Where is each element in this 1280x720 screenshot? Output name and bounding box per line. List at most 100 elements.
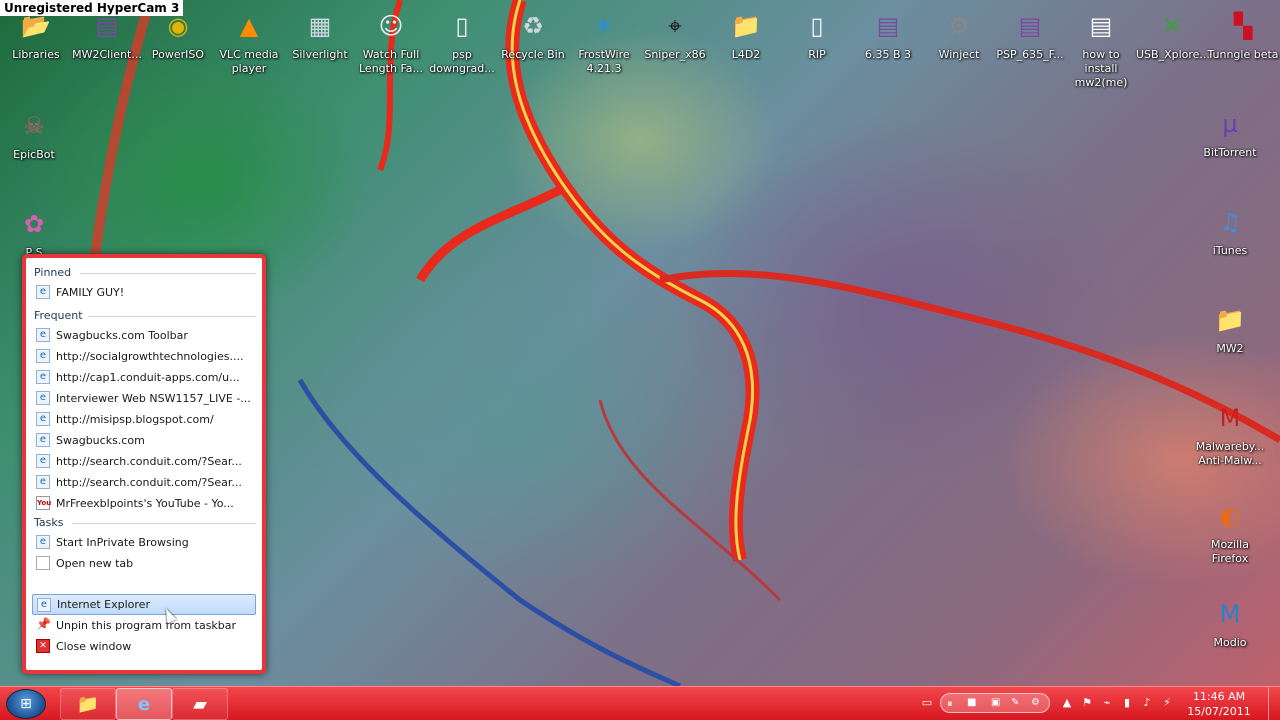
app-taskbar-button[interactable]: ▰: [172, 688, 228, 720]
jump-list-item-label: Start InPrivate Browsing: [56, 536, 189, 549]
pause-icon[interactable]: ⏸: [947, 697, 953, 711]
tunngle-icon: ▚: [1233, 12, 1253, 40]
jump-list-item[interactable]: e http://socialgrowthtechnologies....: [32, 346, 256, 367]
settings-icon[interactable]: ⚙: [1031, 697, 1040, 708]
file-icon: ▯: [810, 12, 824, 40]
desktop-icon-label: Winject: [938, 48, 980, 61]
desktop-icon[interactable]: ▤ PSP_635_F...: [994, 6, 1066, 62]
jump-list-item-label: Unpin this program from taskbar: [56, 619, 237, 632]
jump-list-divider: [32, 574, 256, 594]
desktop-icon[interactable]: ◐ Mozilla Firefox: [1194, 496, 1266, 566]
jump-list-item[interactable]: e Interviewer Web NSW1157_LIVE -...: [32, 388, 256, 409]
desktop-icon[interactable]: M Modio: [1194, 594, 1266, 650]
jump-list-item[interactable]: e Internet Explorer: [32, 594, 256, 615]
desktop-icon[interactable]: ✶ FrostWire 4.21.3: [568, 6, 640, 76]
jump-list-item[interactable]: e http://search.conduit.com/?Sear...: [32, 451, 256, 472]
folder-icon: 📁: [1215, 306, 1245, 334]
desktop-icon[interactable]: ▯ psp downgrad...: [426, 6, 498, 76]
desktop-icon[interactable]: ▤ MW2Client...: [71, 6, 143, 62]
recording-controls[interactable]: ⏸ ■ ▣ ✎ ⚙: [940, 693, 1050, 713]
desktop-icon[interactable]: 📂 Libraries: [0, 6, 72, 62]
desktop-icon[interactable]: ♫ iTunes: [1194, 202, 1266, 258]
familyguy-icon: ☺: [378, 12, 404, 40]
desktop-icon[interactable]: µ BitTorrent: [1194, 104, 1266, 160]
jump-list-item-label: http://search.conduit.com/?Sear...: [56, 476, 242, 489]
keyboard-icon[interactable]: ▭: [920, 696, 934, 710]
desktop-icon[interactable]: ▚ Tunngle beta: [1207, 6, 1279, 62]
usb-icon[interactable]: ⌁: [1100, 696, 1114, 710]
desktop-icon[interactable]: ✿ P S: [0, 204, 70, 260]
close-icon: ✕: [36, 639, 50, 653]
new-tab-icon: [36, 556, 50, 570]
desktop-icon-label: Watch Full Length Fa...: [359, 48, 423, 75]
internet-explorer-icon: e: [37, 598, 51, 612]
desktop-icon[interactable]: ☺ Watch Full Length Fa...: [355, 6, 427, 76]
frostwire-icon: ✶: [593, 12, 615, 40]
jump-list-item[interactable]: ✕ Close window: [32, 636, 256, 657]
jump-list-item[interactable]: e Swagbucks.com: [32, 430, 256, 451]
jump-list-item[interactable]: e Start InPrivate Browsing: [32, 532, 256, 553]
desktop-icon-label: Modio: [1213, 636, 1247, 649]
show-hidden-icons[interactable]: ▲: [1060, 696, 1074, 710]
desktop-icon-label: psp downgrad...: [429, 48, 495, 75]
jump-list-item-label: FAMILY GUY!: [56, 286, 125, 299]
xbox-icon: ✕: [1161, 12, 1183, 40]
libraries-icon: 📂: [21, 12, 51, 40]
camera-icon[interactable]: ▣: [991, 697, 1000, 708]
flag-icon[interactable]: ⚑: [1080, 696, 1094, 710]
desktop-icon-label: EpicBot: [13, 148, 55, 161]
desktop-icon[interactable]: ▦ Silverlight: [284, 6, 356, 62]
start-button[interactable]: ⊞: [6, 689, 46, 719]
show-desktop-button[interactable]: [1268, 687, 1280, 720]
inprivate-icon: e: [36, 535, 50, 549]
desktop-icon-label: RIP: [808, 48, 826, 61]
jump-list-item[interactable]: e FAMILY GUY!: [32, 282, 256, 303]
volume-icon[interactable]: ♪: [1140, 696, 1154, 710]
clock-date: 15/07/2011: [1187, 705, 1251, 718]
internet-explorer-taskbar-button[interactable]: e: [116, 688, 172, 720]
internet-explorer-icon: e: [36, 328, 50, 342]
desktop-icon[interactable]: ☠ EpicBot: [0, 106, 70, 162]
jump-list-item[interactable]: 📌 Unpin this program from taskbar: [32, 615, 256, 636]
desktop-icon[interactable]: ▤ how to install mw2(me): [1065, 6, 1137, 90]
tasks-header: Tasks: [32, 514, 256, 532]
malwarebytes-icon: M: [1219, 404, 1241, 432]
jump-list-item-label: Swagbucks.com: [56, 434, 145, 447]
taskbar: ⊞ 📁 e ▰ ▭ ⏸ ■ ▣ ✎ ⚙ ▲ ⚑ ⌁ ▮ ♪ ⚡ 11:46 AM…: [0, 686, 1280, 720]
desktop-icon[interactable]: ◉ PowerISO: [142, 6, 214, 62]
jump-list-item[interactable]: e http://misipsp.blogspot.com/: [32, 409, 256, 430]
desktop-icon[interactable]: ♻ Recycle Bin: [497, 6, 569, 62]
jump-list-item[interactable]: e http://search.conduit.com/?Sear...: [32, 472, 256, 493]
desktop-icon[interactable]: M Malwareby... Anti-Malw...: [1194, 398, 1266, 468]
clock[interactable]: 11:46 AM 15/07/2011: [1182, 689, 1256, 719]
winject-icon: ⚙: [948, 12, 970, 40]
power-icon[interactable]: ⚡: [1160, 696, 1174, 710]
pinned-header: Pinned: [32, 264, 256, 282]
jump-list-item-label: http://search.conduit.com/?Sear...: [56, 455, 242, 468]
modio-icon: M: [1219, 600, 1241, 628]
desktop-icon[interactable]: ▯ RIP: [781, 6, 853, 62]
desktop-icon-label: PowerISO: [151, 48, 205, 61]
desktop-icon-label: Libraries: [12, 48, 60, 61]
jump-list-item[interactable]: Open new tab: [32, 553, 256, 574]
desktop-icon[interactable]: 📁 L4D2: [710, 6, 782, 62]
desktop-icon[interactable]: ▤ 6.35 B 3: [852, 6, 924, 62]
stop-icon[interactable]: ■: [967, 697, 976, 708]
pen-icon[interactable]: ✎: [1011, 697, 1019, 708]
jump-list-item-label: Swagbucks.com Toolbar: [56, 329, 188, 342]
desktop-icon[interactable]: 📁 MW2: [1194, 300, 1266, 356]
unpin-icon: 📌: [36, 617, 51, 631]
internet-explorer-icon: e: [137, 694, 151, 715]
desktop-icon[interactable]: ▲ VLC media player: [213, 6, 285, 76]
desktop-icon-label: Malwareby... Anti-Malw...: [1195, 440, 1265, 467]
network-icon[interactable]: ▮: [1120, 696, 1134, 710]
jump-list-item[interactable]: e http://cap1.conduit-apps.com/u...: [32, 367, 256, 388]
jump-list-item[interactable]: e Swagbucks.com Toolbar: [32, 325, 256, 346]
desktop-icon-label: Silverlight: [292, 48, 348, 61]
jump-list-item[interactable]: You MrFreexblpoints's YouTube - Yo...: [32, 493, 256, 514]
desktop-icon[interactable]: ⌖ Sniper_x86: [639, 6, 711, 62]
desktop-icon-label: iTunes: [1212, 244, 1248, 257]
desktop-icon[interactable]: ✕ USB_Xplore...: [1136, 6, 1210, 62]
explorer-taskbar-button[interactable]: 📁: [60, 688, 116, 720]
desktop-icon[interactable]: ⚙ Winject: [923, 6, 995, 62]
